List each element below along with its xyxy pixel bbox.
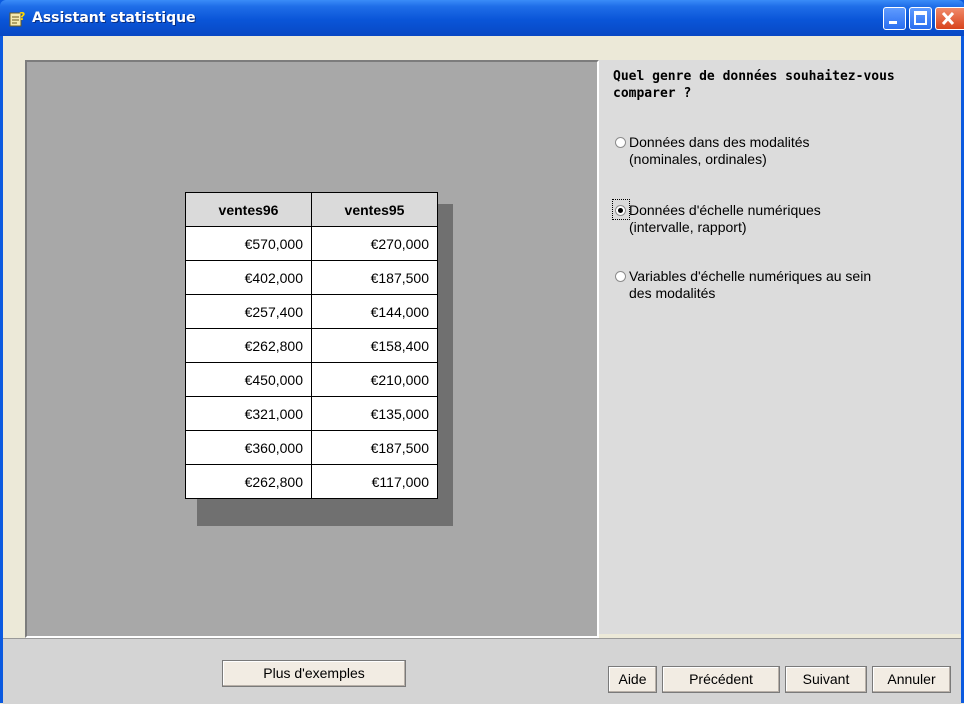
table-row: €570,000 €270,000 <box>185 226 438 261</box>
table-cell: €144,000 <box>311 294 438 329</box>
minimize-button[interactable] <box>883 7 906 30</box>
window-title: Assistant statistique <box>32 10 196 26</box>
example-data-table: ventes96 ventes95 €570,000 €270,000 €402,… <box>185 192 438 499</box>
maximize-icon <box>914 11 927 25</box>
button-bar: Plus d'exemples Aide Précédent Suivant A… <box>3 638 961 704</box>
table-cell: €210,000 <box>311 362 438 397</box>
table-cell: €117,000 <box>311 464 438 499</box>
maximize-button[interactable] <box>909 7 932 30</box>
example-preview-panel: ventes96 ventes95 €570,000 €270,000 €402,… <box>25 60 599 638</box>
wizard-icon: ? <box>9 10 25 27</box>
option-label-line1: Données dans des modalités <box>629 134 810 150</box>
help-button[interactable]: Aide <box>608 666 657 693</box>
option-label-line1: Variables d'échelle numériques au sein <box>629 268 872 284</box>
table-row: €262,800 €117,000 <box>185 464 438 499</box>
previous-button[interactable]: Précédent <box>662 666 780 693</box>
option-label-line1: Données d'échelle numériques <box>629 202 821 218</box>
table-row: €262,800 €158,400 <box>185 328 438 363</box>
table-cell: €402,000 <box>185 260 312 295</box>
wizard-window: ? Assistant statistique ventes96 ventes9… <box>0 0 964 704</box>
table-cell: €187,500 <box>311 430 438 465</box>
option-categorical-data[interactable]: Données dans des modalités (nominales, o… <box>615 134 945 168</box>
table-cell: €187,500 <box>311 260 438 295</box>
table-row: €450,000 €210,000 <box>185 362 438 397</box>
table-cell: €321,000 <box>185 396 312 431</box>
client-area: ventes96 ventes95 €570,000 €270,000 €402,… <box>3 36 961 704</box>
option-scale-within-categories[interactable]: Variables d'échelle numériques au sein d… <box>615 268 945 302</box>
close-icon <box>941 11 955 26</box>
table-row: €360,000 €187,500 <box>185 430 438 465</box>
cancel-button[interactable]: Annuler <box>872 666 951 693</box>
table-cell: €135,000 <box>311 396 438 431</box>
table-cell: €450,000 <box>185 362 312 397</box>
table-cell: €158,400 <box>311 328 438 363</box>
table-row: €402,000 €187,500 <box>185 260 438 295</box>
title-bar[interactable]: ? Assistant statistique <box>0 0 964 36</box>
table-cell: €360,000 <box>185 430 312 465</box>
next-button[interactable]: Suivant <box>785 666 867 693</box>
table-row: €321,000 €135,000 <box>185 396 438 431</box>
table-cell: €570,000 <box>185 226 312 261</box>
column-header: ventes96 <box>185 192 312 227</box>
more-examples-button[interactable]: Plus d'exemples <box>222 660 406 687</box>
column-header: ventes95 <box>311 192 438 227</box>
radio-button-selected[interactable] <box>615 205 626 216</box>
table-cell: €262,800 <box>185 464 312 499</box>
table-row: €257,400 €144,000 <box>185 294 438 329</box>
radio-button[interactable] <box>615 271 626 282</box>
question-text: Quel genre de données souhaitez-vous com… <box>613 69 895 101</box>
table-cell: €262,800 <box>185 328 312 363</box>
close-button[interactable] <box>935 7 964 30</box>
example-table-container: ventes96 ventes95 €570,000 €270,000 €402,… <box>185 192 453 526</box>
option-label-line2: des modalités <box>629 285 716 301</box>
minimize-icon <box>889 21 897 24</box>
option-label-line2: (intervalle, rapport) <box>629 219 747 235</box>
table-cell: €257,400 <box>185 294 312 329</box>
option-label-line2: (nominales, ordinales) <box>629 151 767 167</box>
radio-button[interactable] <box>615 137 626 148</box>
options-panel: Quel genre de données souhaitez-vous com… <box>599 60 961 634</box>
table-header-row: ventes96 ventes95 <box>185 192 438 227</box>
option-scale-data[interactable]: Données d'échelle numériques (intervalle… <box>612 199 945 236</box>
svg-text:?: ? <box>19 10 25 23</box>
table-cell: €270,000 <box>311 226 438 261</box>
